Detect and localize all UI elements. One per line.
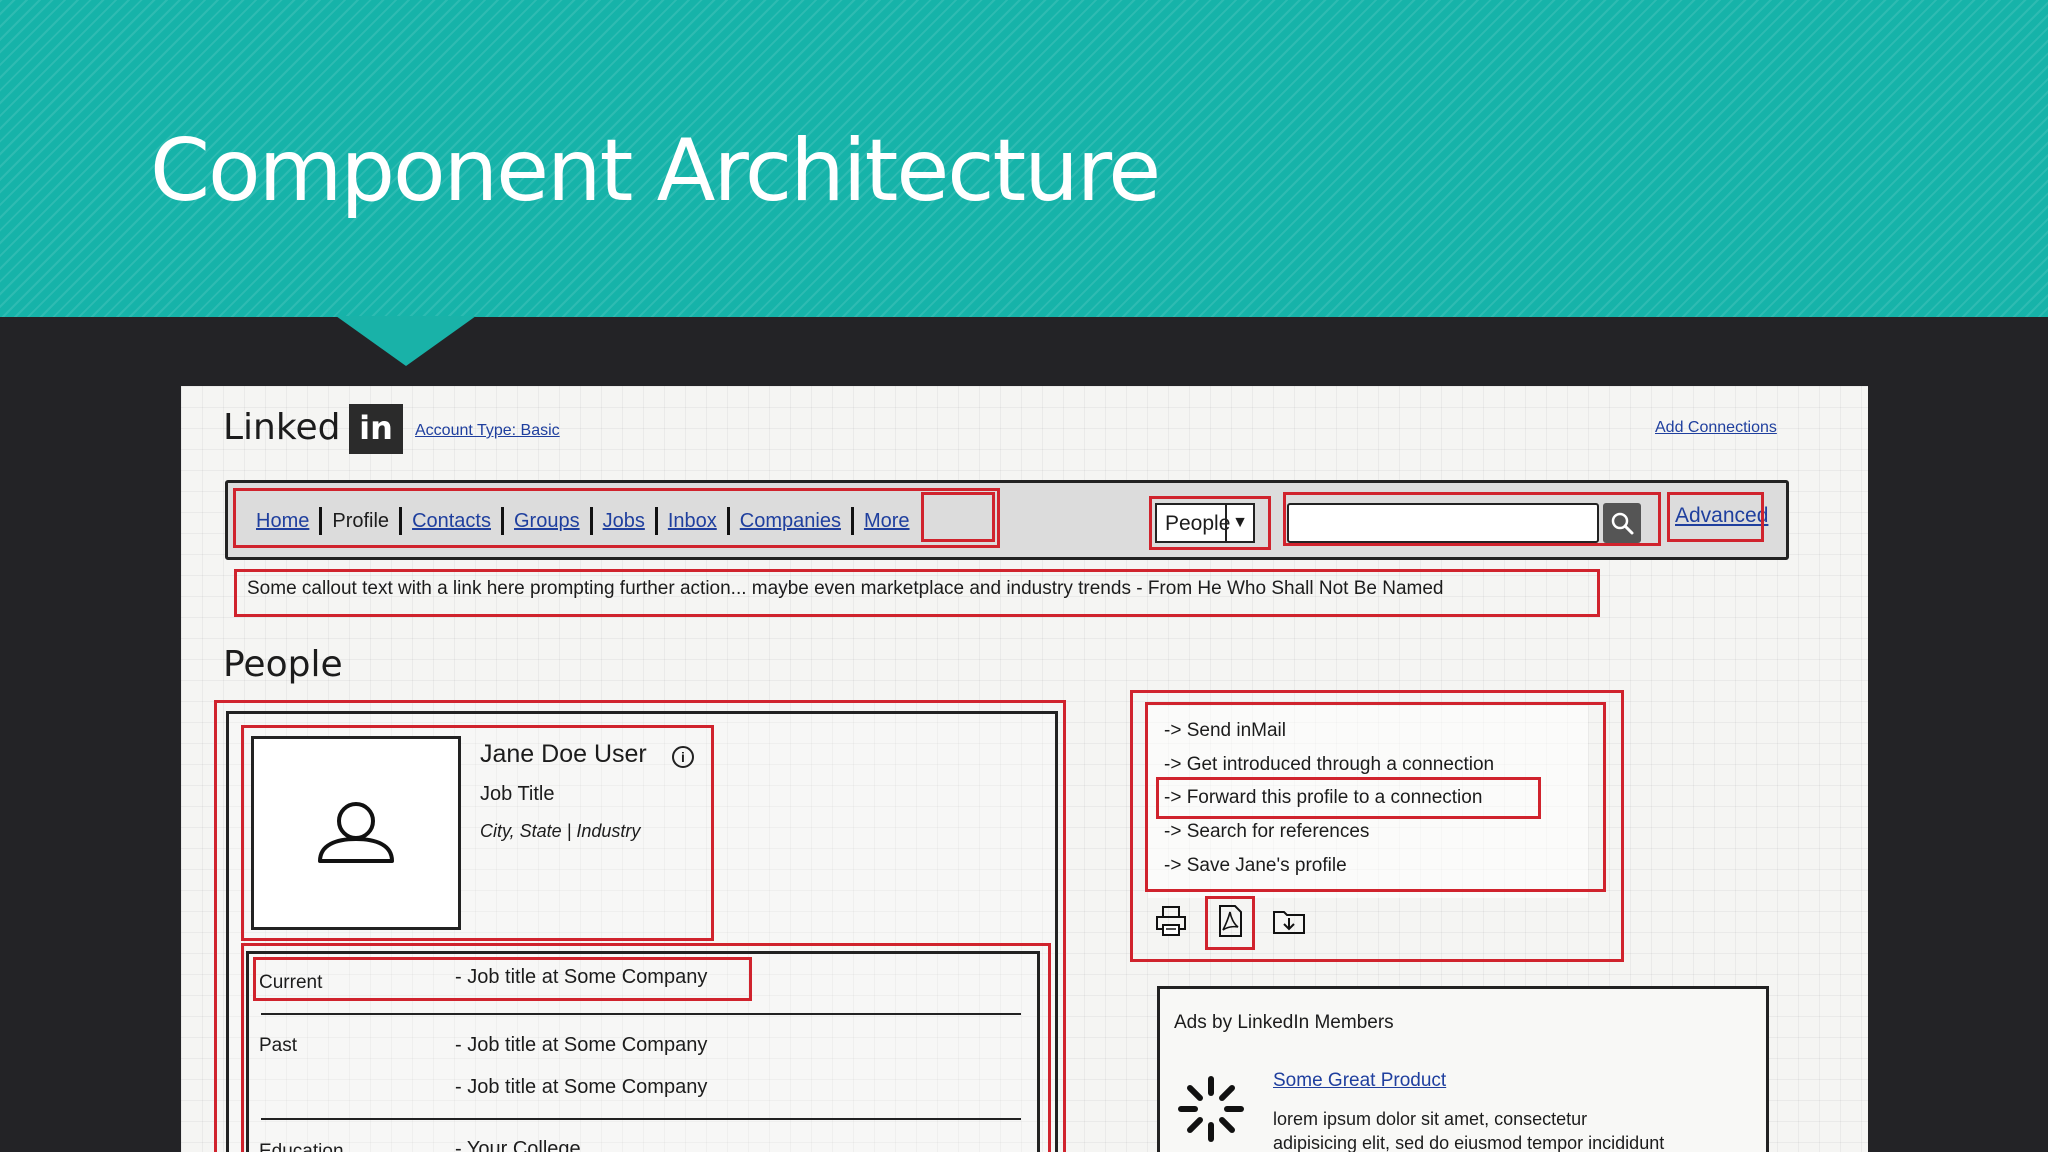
spinner-icon <box>1178 1076 1244 1142</box>
scope-annotation <box>1149 496 1271 550</box>
education-label: Education <box>259 1141 344 1152</box>
more-annotation <box>921 492 995 542</box>
past-value-2: - Job title at Some Company <box>455 1076 708 1098</box>
ads-title: Ads by LinkedIn Members <box>1174 1012 1394 1033</box>
search-annotation <box>1283 492 1661 546</box>
wireframe-mockup: Linked in Account Type: Basic Add Connec… <box>181 386 1868 1152</box>
education-value: - Your College <box>455 1138 581 1152</box>
logo-badge: in <box>349 404 403 454</box>
divider <box>261 1013 1021 1015</box>
past-value-1: - Job title at Some Company <box>455 1034 708 1056</box>
ad-body-line: adipisicing elit, sed do eiusmod tempor … <box>1273 1133 1665 1152</box>
printer-icon[interactable] <box>1153 903 1189 939</box>
nav-annotation <box>233 488 1000 548</box>
download-icon[interactable] <box>1271 903 1307 939</box>
ad-product-link[interactable]: Some Great Product <box>1273 1070 1446 1092</box>
advanced-annotation <box>1667 492 1764 542</box>
account-type-link[interactable]: Account Type: Basic <box>415 422 560 440</box>
action-send-inmail[interactable]: -> Send inMail <box>1164 720 1286 742</box>
forward-annotation <box>1156 777 1541 819</box>
callout-annotation <box>234 569 1600 617</box>
past-label: Past <box>259 1035 298 1056</box>
action-save-profile[interactable]: -> Save Jane's profile <box>1164 855 1347 877</box>
header-pointer <box>336 316 476 366</box>
page-heading: People <box>223 644 343 685</box>
slide-header: Component Architecture <box>0 0 2048 317</box>
divider <box>261 1118 1021 1120</box>
action-get-introduced[interactable]: -> Get introduced through a connection <box>1164 754 1494 776</box>
action-search-references[interactable]: -> Search for references <box>1164 821 1369 843</box>
ad-body-line: lorem ipsum dolor sit amet, consectetur <box>1273 1109 1588 1129</box>
profile-header-annotation <box>241 725 714 941</box>
add-connections-link[interactable]: Add Connections <box>1655 419 1777 437</box>
logo-text: Linked <box>223 407 341 448</box>
slide-title: Component Architecture <box>150 121 1161 221</box>
pdf-annotation <box>1205 896 1255 950</box>
current-annotation <box>253 957 752 1001</box>
